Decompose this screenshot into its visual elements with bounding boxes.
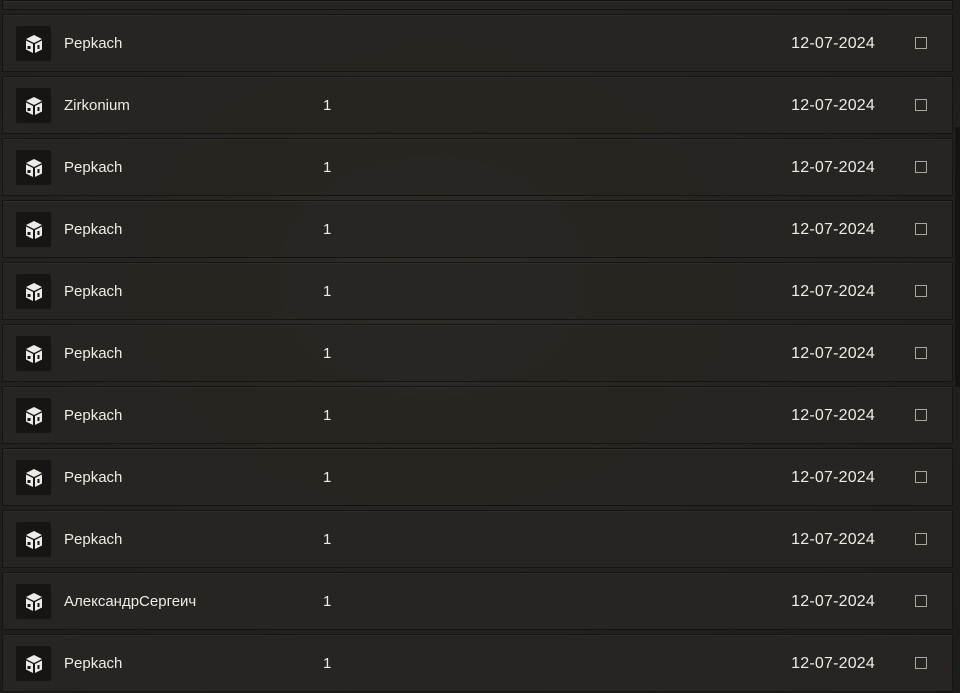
item-date: 12-07-2024 bbox=[791, 407, 875, 424]
list-item[interactable]: Pepkach 1 12-07-2024 bbox=[2, 448, 953, 506]
package-box-icon bbox=[16, 460, 51, 495]
item-quantity: 1 bbox=[323, 531, 332, 548]
scrollbar[interactable] bbox=[955, 127, 960, 387]
item-name: Pepkach bbox=[64, 407, 123, 424]
select-checkbox[interactable] bbox=[915, 37, 927, 49]
item-quantity: 1 bbox=[323, 159, 332, 176]
select-checkbox[interactable] bbox=[915, 285, 927, 297]
select-checkbox[interactable] bbox=[915, 223, 927, 235]
select-checkbox[interactable] bbox=[915, 347, 927, 359]
package-box-icon bbox=[16, 88, 51, 123]
item-date: 12-07-2024 bbox=[791, 35, 875, 52]
item-date: 12-07-2024 bbox=[791, 655, 875, 672]
list-item[interactable]: АлександрСергеич 1 12-07-2024 bbox=[2, 572, 953, 630]
transaction-list: Pepkach 12-07-2024 Zirkonium 1 12-07-202… bbox=[0, 0, 960, 693]
item-date: 12-07-2024 bbox=[791, 345, 875, 362]
item-date: 12-07-2024 bbox=[791, 159, 875, 176]
select-checkbox[interactable] bbox=[915, 99, 927, 111]
package-box-icon bbox=[16, 398, 51, 433]
list-item-partial bbox=[2, 0, 953, 10]
item-date: 12-07-2024 bbox=[791, 97, 875, 114]
select-checkbox[interactable] bbox=[915, 595, 927, 607]
list-item[interactable]: Pepkach 1 12-07-2024 bbox=[2, 138, 953, 196]
package-box-icon bbox=[16, 212, 51, 247]
list-item[interactable]: Pepkach 1 12-07-2024 bbox=[2, 634, 953, 692]
select-checkbox[interactable] bbox=[915, 657, 927, 669]
item-date: 12-07-2024 bbox=[791, 221, 875, 238]
item-date: 12-07-2024 bbox=[791, 469, 875, 486]
list-item[interactable]: Pepkach 12-07-2024 bbox=[2, 14, 953, 72]
list-item[interactable]: Pepkach 1 12-07-2024 bbox=[2, 386, 953, 444]
item-name: Pepkach bbox=[64, 35, 123, 52]
package-box-icon bbox=[16, 584, 51, 619]
item-name: Pepkach bbox=[64, 221, 123, 238]
select-checkbox[interactable] bbox=[915, 161, 927, 173]
select-checkbox[interactable] bbox=[915, 471, 927, 483]
package-box-icon bbox=[16, 150, 51, 185]
item-name: Pepkach bbox=[64, 345, 123, 362]
list-item[interactable]: Pepkach 1 12-07-2024 bbox=[2, 262, 953, 320]
item-name: Pepkach bbox=[64, 283, 123, 300]
item-date: 12-07-2024 bbox=[791, 531, 875, 548]
item-quantity: 1 bbox=[323, 655, 332, 672]
list-item[interactable]: Zirkonium 1 12-07-2024 bbox=[2, 76, 953, 134]
item-name: Pepkach bbox=[64, 655, 123, 672]
item-quantity: 1 bbox=[323, 283, 332, 300]
item-name: АлександрСергеич bbox=[64, 593, 197, 610]
item-quantity: 1 bbox=[323, 407, 332, 424]
package-box-icon bbox=[16, 522, 51, 557]
package-box-icon bbox=[16, 26, 51, 61]
item-quantity: 1 bbox=[323, 221, 332, 238]
package-box-icon bbox=[16, 336, 51, 371]
item-quantity: 1 bbox=[323, 469, 332, 486]
package-box-icon bbox=[16, 274, 51, 309]
item-quantity: 1 bbox=[323, 97, 332, 114]
list-item[interactable]: Pepkach 1 12-07-2024 bbox=[2, 200, 953, 258]
list-item[interactable]: Pepkach 1 12-07-2024 bbox=[2, 324, 953, 382]
item-name: Pepkach bbox=[64, 469, 123, 486]
package-box-icon bbox=[16, 646, 51, 681]
item-name: Zirkonium bbox=[64, 97, 130, 114]
item-quantity: 1 bbox=[323, 345, 332, 362]
item-quantity: 1 bbox=[323, 593, 332, 610]
select-checkbox[interactable] bbox=[915, 533, 927, 545]
list-item[interactable]: Pepkach 1 12-07-2024 bbox=[2, 510, 953, 568]
select-checkbox[interactable] bbox=[915, 409, 927, 421]
item-name: Pepkach bbox=[64, 159, 123, 176]
item-name: Pepkach bbox=[64, 531, 123, 548]
item-date: 12-07-2024 bbox=[791, 593, 875, 610]
item-date: 12-07-2024 bbox=[791, 283, 875, 300]
